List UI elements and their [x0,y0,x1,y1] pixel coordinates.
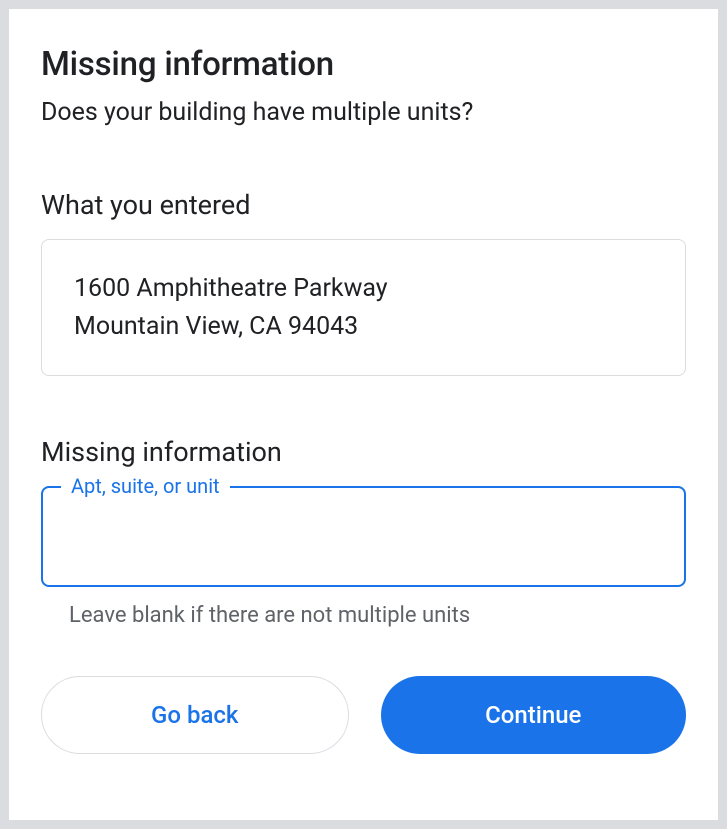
unit-field-wrapper: Apt, suite, or unit [41,486,686,587]
go-back-button[interactable]: Go back [41,676,349,754]
unit-helper-text: Leave blank if there are not multiple un… [41,603,686,628]
unit-input[interactable] [41,486,686,587]
what-you-entered-heading: What you entered [41,189,686,221]
dialog-subtitle: Does your building have multiple units? [41,98,686,127]
dialog-title: Missing information [41,45,686,84]
entered-address-line2: Mountain View, CA 94043 [74,308,653,346]
continue-button[interactable]: Continue [381,676,687,754]
missing-information-heading: Missing information [41,436,686,468]
unit-field-label: Apt, suite, or unit [61,474,230,498]
missing-information-dialog: Missing information Does your building h… [8,8,719,821]
entered-address-box: 1600 Amphitheatre Parkway Mountain View,… [41,239,686,376]
action-buttons: Go back Continue [41,676,686,754]
entered-address-line1: 1600 Amphitheatre Parkway [74,270,653,308]
